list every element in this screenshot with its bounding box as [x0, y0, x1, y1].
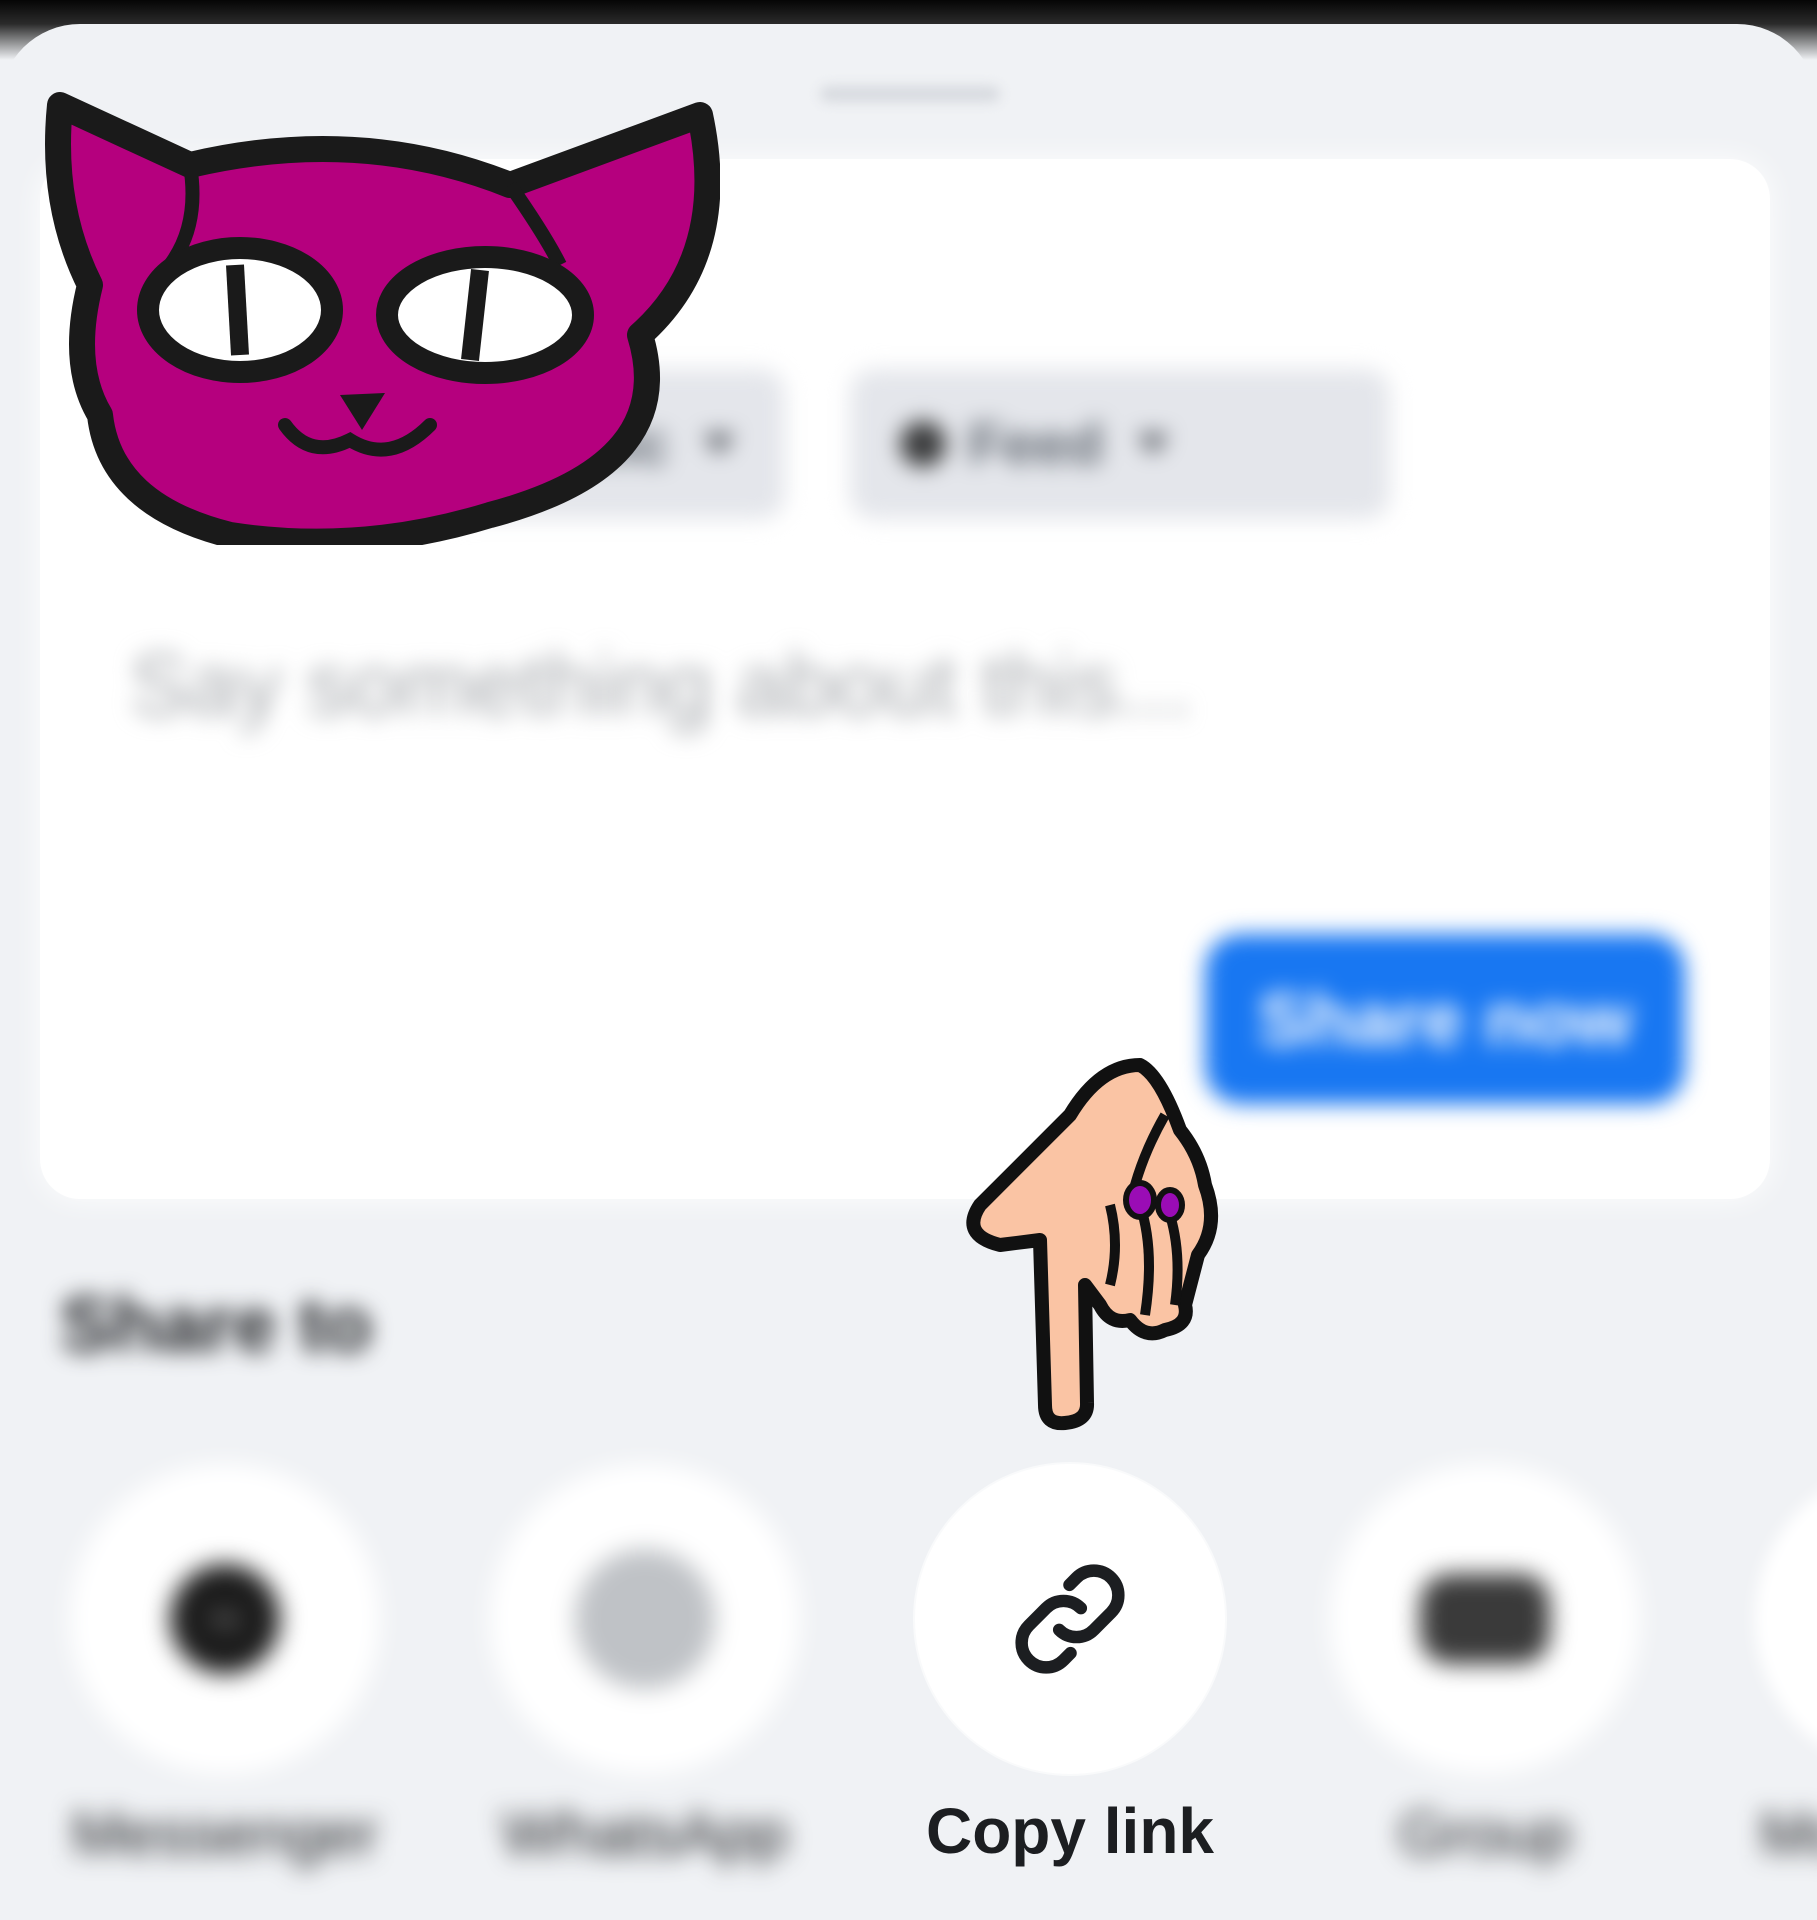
chevron-down-icon: [1137, 434, 1170, 454]
share-target-whatsapp[interactable]: WhatsApp: [490, 1464, 800, 1869]
messenger-icon: ~: [170, 1564, 280, 1674]
whatsapp-icon: [575, 1549, 715, 1689]
caption-input[interactable]: Say something about this...: [130, 634, 1230, 736]
share-to-heading: Share to: [60, 1280, 373, 1368]
link-icon: [1015, 1564, 1125, 1674]
share-target-label: Group: [1398, 1800, 1572, 1869]
share-target-label: Messenger: [71, 1800, 379, 1869]
share-target-circle: ~: [70, 1464, 380, 1774]
group-icon: [1420, 1574, 1550, 1664]
share-target-circle: [490, 1464, 800, 1774]
share-target-group[interactable]: Group: [1330, 1464, 1640, 1869]
destination-selector-button[interactable]: Feed: [850, 369, 1390, 519]
share-target-label: Copy link: [925, 1795, 1215, 1867]
share-target-messenger[interactable]: ~ Messenger: [70, 1464, 380, 1869]
globe-icon: [900, 421, 946, 467]
destination-selector-label: Feed: [968, 411, 1104, 477]
share-target-circle: [1330, 1464, 1640, 1774]
share-target-copy-link[interactable]: Copy link: [915, 1464, 1225, 1867]
cat-face-sticker-icon: [45, 92, 720, 545]
share-target-circle: [915, 1464, 1225, 1774]
pointing-hand-sticker-icon: [966, 1058, 1219, 1431]
share-target-label: More: [1760, 1800, 1817, 1869]
share-target-label: WhatsApp: [501, 1800, 789, 1869]
share-target-more[interactable]: [1755, 1464, 1817, 1774]
share-now-button[interactable]: Share now: [1205, 934, 1685, 1104]
screen: Public Feed Say something about this... …: [0, 0, 1817, 1920]
sheet-drag-handle[interactable]: [820, 86, 1000, 102]
